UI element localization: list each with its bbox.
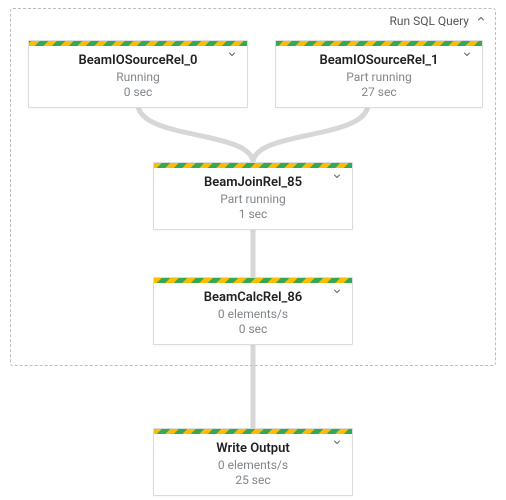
node-status: Running: [37, 70, 239, 84]
status-bar: [276, 41, 482, 46]
status-bar: [154, 429, 352, 434]
status-bar: [154, 163, 352, 168]
node-metric: 1 sec: [162, 207, 344, 221]
group-header[interactable]: Run SQL Query: [389, 13, 487, 28]
chevron-up-icon[interactable]: [475, 13, 487, 28]
node-title: BeamIOSourceRel_0: [37, 53, 239, 68]
node-title: Write Output: [162, 441, 344, 456]
chevron-down-icon[interactable]: [460, 47, 474, 61]
node-title: BeamCalcRel_86: [162, 290, 344, 305]
node-metric: 27 sec: [284, 85, 474, 99]
node-status: Part running: [162, 192, 344, 206]
chevron-down-icon[interactable]: [330, 435, 344, 449]
status-bar: [29, 41, 247, 46]
node-metric: 25 sec: [162, 473, 344, 487]
group-label: Run SQL Query: [389, 14, 469, 28]
chevron-down-icon[interactable]: [330, 284, 344, 298]
node-beam-calc-rel-86[interactable]: BeamCalcRel_86 0 elements/s 0 sec: [153, 277, 353, 345]
node-status: 0 elements/s: [162, 307, 344, 321]
node-title: BeamJoinRel_85: [162, 175, 344, 190]
node-status: Part running: [284, 70, 474, 84]
chevron-down-icon[interactable]: [330, 169, 344, 183]
node-beam-join-rel-85[interactable]: BeamJoinRel_85 Part running 1 sec: [153, 162, 353, 230]
node-beam-io-source-rel-0[interactable]: BeamIOSourceRel_0 Running 0 sec: [28, 40, 248, 108]
node-beam-io-source-rel-1[interactable]: BeamIOSourceRel_1 Part running 27 sec: [275, 40, 483, 108]
chevron-down-icon[interactable]: [225, 47, 239, 61]
node-status: 0 elements/s: [162, 458, 344, 472]
node-metric: 0 sec: [37, 85, 239, 99]
node-title: BeamIOSourceRel_1: [284, 53, 474, 68]
node-metric: 0 sec: [162, 322, 344, 336]
node-write-output[interactable]: Write Output 0 elements/s 25 sec: [153, 428, 353, 496]
status-bar: [154, 278, 352, 283]
